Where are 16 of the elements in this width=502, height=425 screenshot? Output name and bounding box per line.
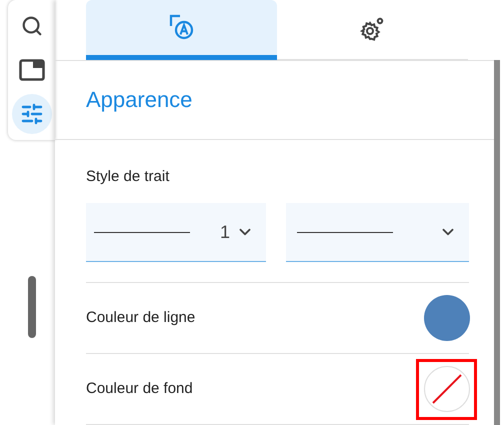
text-style-icon [168, 13, 196, 42]
sliders-icon [20, 102, 44, 126]
field-label: Style de trait [86, 166, 170, 186]
section-title: Apparence [86, 86, 192, 114]
scrollbar[interactable] [494, 60, 500, 425]
no-color-swatch[interactable] [424, 366, 470, 412]
color-swatch[interactable] [424, 295, 470, 341]
line-width-select[interactable]: 1 [86, 203, 266, 262]
search-icon [20, 15, 42, 37]
window-icon [18, 59, 44, 81]
scrollbar-thumb[interactable] [28, 276, 36, 338]
tab[interactable] [86, 0, 277, 60]
line-style-select[interactable] [286, 203, 469, 262]
color-label: Couleur de ligne [86, 308, 196, 328]
slash-icon [430, 373, 462, 405]
color-label: Couleur de fond [86, 378, 193, 399]
